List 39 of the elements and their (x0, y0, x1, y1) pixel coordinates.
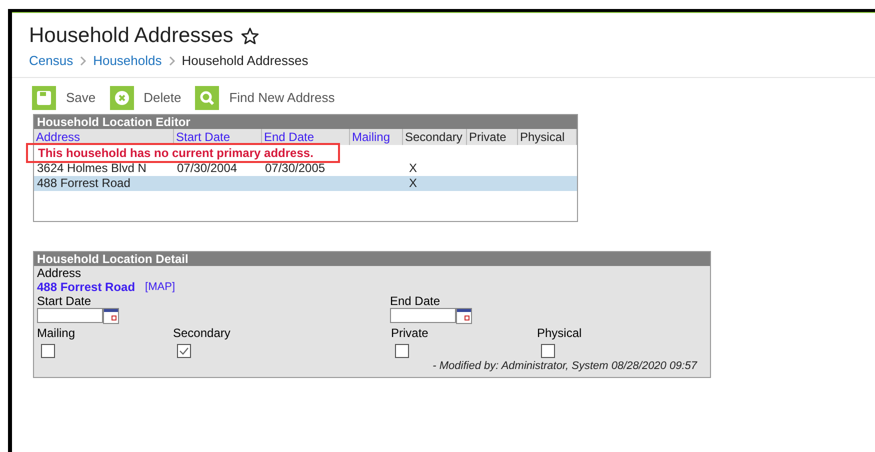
table-cell: 07/30/2004 (177, 160, 238, 174)
warning-message: This household has no current primary address. (28, 144, 338, 160)
modified-note: - Modified by: Administrator, System 08/28/2020 09:57 (432, 358, 697, 374)
field-label: End Date (390, 294, 442, 308)
table-cell: 3624 Holmes Blvd N (37, 160, 146, 174)
breadcrumb-link[interactable]: Census (29, 51, 74, 70)
chevron-icon (168, 56, 176, 66)
calendar-icon[interactable] (456, 308, 472, 324)
checkbox-label: Private (391, 326, 430, 340)
map-link[interactable]: [MAP] (145, 280, 175, 294)
address-link[interactable]: 488 Forrest Road (37, 280, 136, 294)
checkbox[interactable] (177, 344, 191, 358)
date-input[interactable] (390, 308, 456, 323)
table-cell: X (409, 160, 418, 174)
panel-header: Household Location Detail (34, 252, 710, 266)
breadcrumb-current: Household Addresses (182, 52, 308, 70)
checkbox-label: Secondary (173, 326, 232, 340)
calendar-icon[interactable] (103, 308, 119, 324)
table-row[interactable]: 488 Forrest Road X (34, 176, 577, 190)
save-button[interactable]: Save (32, 86, 96, 110)
field-label: Address (37, 266, 82, 280)
checkbox[interactable] (395, 344, 409, 358)
table-cell: X (409, 176, 418, 190)
panel-header: Household Location Editor (34, 114, 577, 128)
checkbox[interactable] (41, 344, 55, 358)
date-input[interactable] (37, 308, 103, 323)
star-icon[interactable] (241, 27, 260, 45)
table-cell: 07/30/2005 (265, 160, 326, 174)
checkbox-label: Physical (537, 326, 583, 340)
find-address-button[interactable]: Find New Address (195, 86, 335, 110)
breadcrumb-link[interactable]: Households (93, 51, 162, 70)
field-label: Start Date (37, 294, 92, 308)
chevron-icon (79, 56, 88, 66)
delete-button[interactable]: Delete (110, 86, 182, 110)
checkbox-label: Mailing (37, 326, 76, 340)
page-title: Household Addresses (29, 23, 234, 49)
checkbox[interactable] (541, 344, 555, 358)
table-row[interactable]: 3624 Holmes Blvd N 07/30/2004 07/30/2005 X (34, 160, 577, 176)
table-cell: 488 Forrest Road (37, 176, 130, 190)
